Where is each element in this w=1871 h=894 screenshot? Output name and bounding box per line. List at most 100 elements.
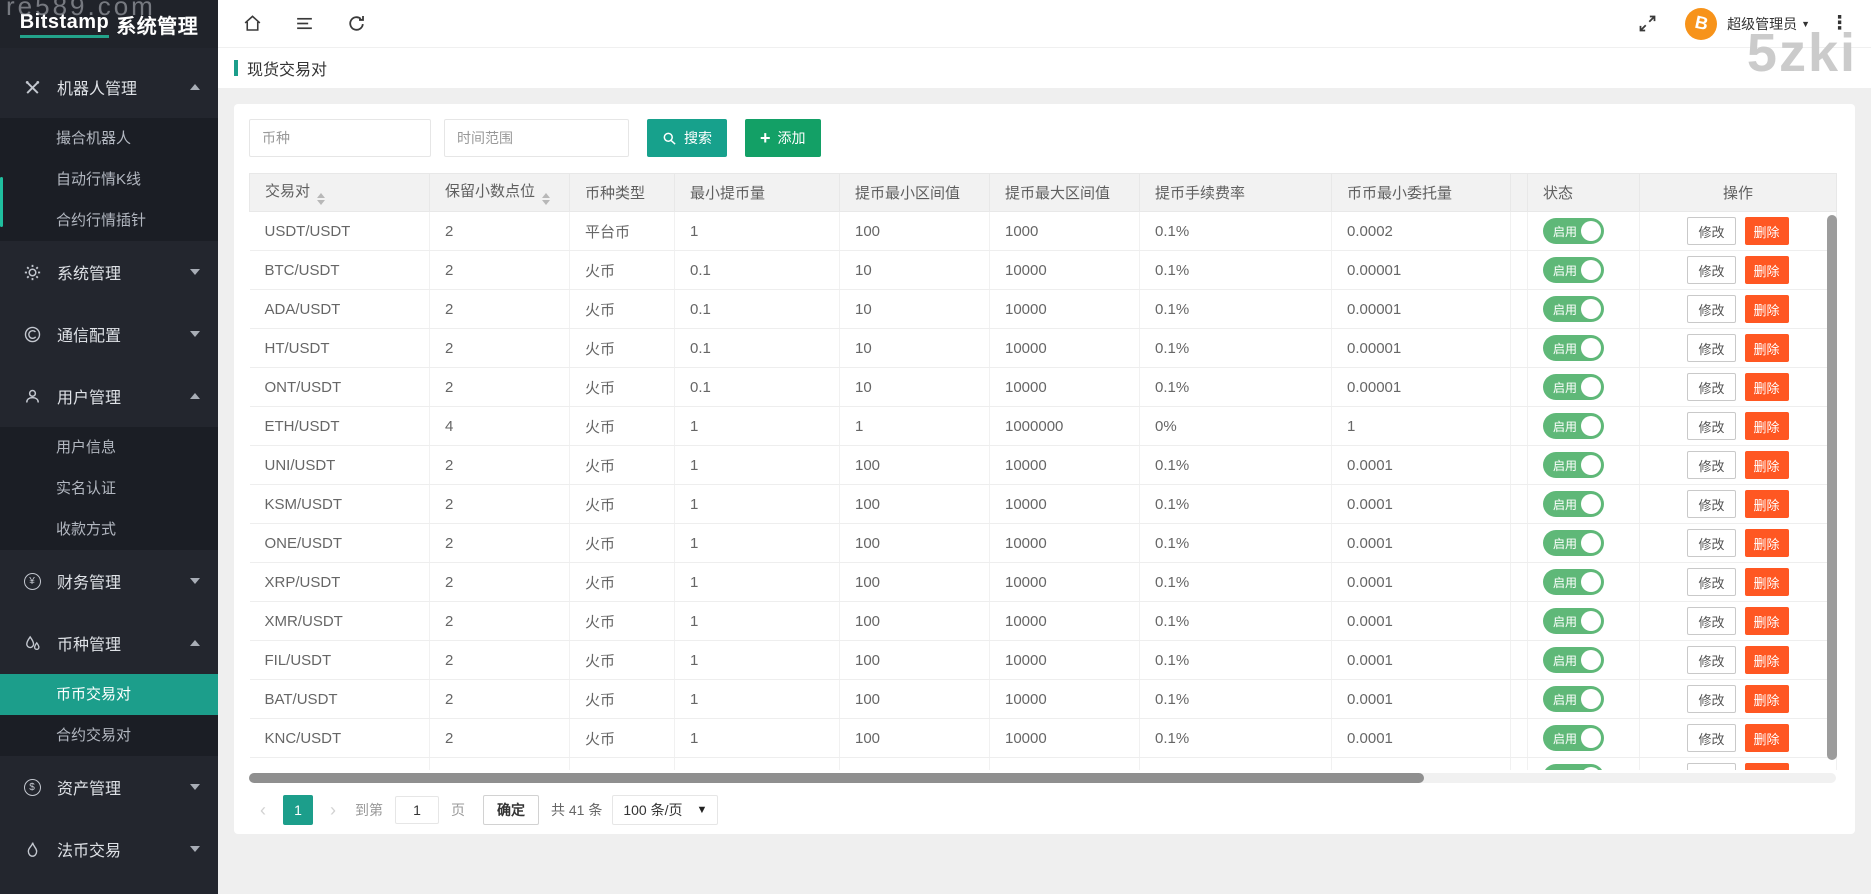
status-toggle[interactable]: 启用 (1543, 413, 1604, 439)
delete-button[interactable]: 删除 (1744, 490, 1789, 518)
delete-button[interactable]: 删除 (1744, 685, 1789, 713)
page-size-select[interactable]: 100 条/页 ▼ (612, 795, 719, 825)
edit-button[interactable]: 修改 (1687, 490, 1736, 518)
add-button[interactable]: + 添加 (745, 119, 821, 157)
cell-type: 平台币 (569, 211, 675, 251)
delete-button[interactable]: 删除 (1744, 412, 1789, 440)
delete-button[interactable]: 删除 (1744, 646, 1789, 674)
current-page-button[interactable]: 1 (283, 795, 313, 825)
edit-button[interactable]: 修改 (1687, 295, 1736, 323)
toggle-knob-icon (1581, 455, 1601, 475)
cell-decimals (429, 757, 570, 770)
kebab-menu-icon[interactable]: ⋮ (1826, 12, 1853, 35)
delete-button[interactable]: 删除 (1744, 568, 1789, 596)
edit-button[interactable]: 修改 (1687, 217, 1736, 245)
sidebar-subitem[interactable]: 撮合机器人 (0, 118, 218, 159)
edit-button[interactable]: 修改 (1687, 256, 1736, 284)
table-row: ADA/USDT 2 火币 0.1 10 10000 0.1% 0.00001 启用 修改 删除 (249, 289, 1837, 329)
refresh-icon[interactable] (346, 13, 368, 35)
delete-button[interactable]: 删除 (1744, 724, 1789, 752)
status-toggle[interactable]: 启用 (1543, 374, 1604, 400)
status-toggle[interactable]: 启用 (1543, 530, 1604, 556)
edit-button[interactable]: 修改 (1687, 412, 1736, 440)
next-page-button[interactable]: › (319, 795, 347, 825)
status-toggle[interactable]: 启用 (1543, 725, 1604, 751)
home-icon[interactable] (242, 13, 264, 35)
edit-button[interactable]: 修改 (1687, 568, 1736, 596)
status-toggle[interactable]: 启用 (1543, 608, 1604, 634)
sidebar-item[interactable]: 币种管理 (0, 612, 218, 674)
goto-confirm-button[interactable]: 确定 (483, 795, 539, 825)
delete-button[interactable]: 删除 (1744, 217, 1789, 245)
delete-button[interactable]: 删除 (1744, 256, 1789, 284)
status-toggle[interactable]: 启用 (1543, 686, 1604, 712)
cell-type: 火币 (569, 250, 675, 290)
status-toggle[interactable]: 启用 (1543, 647, 1604, 673)
time-range-input[interactable] (444, 119, 629, 157)
status-toggle[interactable]: 启用 (1543, 296, 1604, 322)
status-toggle[interactable]: 启用 (1543, 257, 1604, 283)
sort-icon[interactable] (542, 192, 551, 206)
edit-button[interactable]: 修改 (1687, 763, 1736, 770)
goto-page-input[interactable] (395, 796, 439, 824)
edit-button[interactable]: 修改 (1687, 685, 1736, 713)
delete-button[interactable]: 删除 (1744, 763, 1789, 770)
status-toggle[interactable]: 启用 (1543, 491, 1604, 517)
edit-button[interactable]: 修改 (1687, 373, 1736, 401)
delete-button[interactable]: 删除 (1744, 334, 1789, 362)
edit-button[interactable]: 修改 (1687, 334, 1736, 362)
sort-icon[interactable] (317, 192, 326, 206)
user-menu-caret-icon[interactable]: ▼ (1801, 19, 1810, 29)
status-toggle[interactable]: 启用 (1543, 764, 1604, 770)
title-marker (234, 60, 238, 76)
delete-button[interactable]: 删除 (1744, 451, 1789, 479)
status-toggle[interactable]: 启用 (1543, 569, 1604, 595)
sidebar-item[interactable]: 通信配置 (0, 303, 218, 365)
sidebar-subitem[interactable]: 收款方式 (0, 509, 218, 550)
edit-button[interactable]: 修改 (1687, 646, 1736, 674)
fullscreen-icon[interactable] (1637, 13, 1659, 35)
sidebar-subitem[interactable]: 用户信息 (0, 427, 218, 468)
edit-button[interactable]: 修改 (1687, 529, 1736, 557)
user-avatar[interactable]: B (1685, 7, 1718, 40)
search-button[interactable]: 搜索 (647, 119, 727, 157)
sidebar-item[interactable]: 用户管理 (0, 365, 218, 427)
edit-button[interactable]: 修改 (1687, 724, 1736, 752)
sidebar-item[interactable]: 系统管理 (0, 241, 218, 303)
sidebar-subitem[interactable]: 实名认证 (0, 468, 218, 509)
edit-button[interactable]: 修改 (1687, 451, 1736, 479)
cell-min_withdraw: 1 (674, 640, 840, 680)
sidebar-subitem[interactable]: 币币交易对 (0, 674, 218, 715)
sidebar-subitem[interactable]: 合约交易对 (0, 715, 218, 756)
delete-button[interactable]: 删除 (1744, 373, 1789, 401)
status-toggle[interactable]: 启用 (1543, 452, 1604, 478)
horizontal-scrollbar-thumb[interactable] (249, 773, 1424, 783)
sidebar-scrollbar-thumb[interactable] (0, 177, 3, 227)
status-toggle[interactable]: 启用 (1543, 218, 1604, 244)
vertical-scrollbar-thumb[interactable] (1827, 215, 1837, 760)
table-row: BTC/USDT 2 火币 0.1 10 10000 0.1% 0.00001 启用 修改 删除 (249, 250, 1837, 290)
sidebar-subitem[interactable]: 自动行情K线 (0, 159, 218, 200)
delete-button[interactable]: 删除 (1744, 529, 1789, 557)
edit-button[interactable]: 修改 (1687, 607, 1736, 635)
coin-filter-input[interactable] (249, 119, 431, 157)
sidebar-subitem[interactable]: 合约行情插针 (0, 200, 218, 241)
menu-toggle-icon[interactable] (294, 13, 316, 35)
delete-button[interactable]: 删除 (1744, 607, 1789, 635)
column-header[interactable]: 保留小数点位 (429, 173, 570, 212)
delete-button[interactable]: 删除 (1744, 295, 1789, 323)
column-header[interactable]: 交易对 (249, 173, 430, 212)
cell-actions: 修改删除 (1639, 601, 1837, 641)
cell-spacer (1510, 718, 1528, 758)
toggle-knob-icon (1581, 416, 1601, 436)
cell-max_range: 10000 (989, 367, 1140, 407)
status-toggle-label: 启用 (1553, 614, 1578, 629)
sidebar-item[interactable]: ¥ 财务管理 (0, 550, 218, 612)
sidebar-item[interactable]: $ 资产管理 (0, 756, 218, 818)
cell-actions: 修改删除 (1639, 679, 1837, 719)
status-toggle[interactable]: 启用 (1543, 335, 1604, 361)
username[interactable]: 超级管理员 (1727, 14, 1797, 34)
sidebar-item[interactable]: 法币交易 (0, 818, 218, 880)
prev-page-button[interactable]: ‹ (249, 795, 277, 825)
sidebar-item[interactable]: 机器人管理 (0, 56, 218, 118)
